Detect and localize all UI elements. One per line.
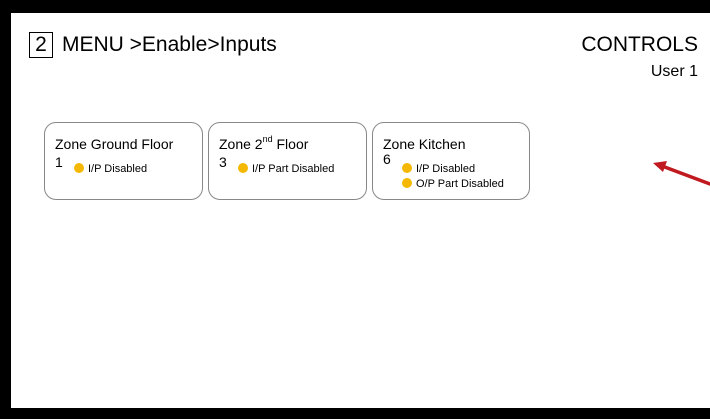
zone-name: Zone 2nd Floor bbox=[219, 134, 309, 152]
device-screen: 2 MENU >Enable>Inputs CONTROLS User 1 Zo… bbox=[11, 13, 710, 408]
zone-card-2nd-floor[interactable]: Zone 2nd Floor 3 I/P Part Disabled bbox=[208, 122, 367, 200]
zone-card-kitchen[interactable]: Zone Kitchen 6 I/P Disabled O/P Part Dis… bbox=[372, 122, 530, 200]
status-text: I/P Disabled bbox=[88, 163, 148, 175]
menu-number-box: 2 bbox=[29, 32, 53, 58]
status-dot-icon bbox=[74, 163, 84, 173]
status-dot-icon bbox=[402, 178, 412, 188]
status-text: O/P Part Disabled bbox=[416, 178, 504, 190]
zone-number: 1 bbox=[55, 154, 63, 170]
user-label: User 1 bbox=[650, 63, 698, 80]
status-text: I/P Disabled bbox=[416, 163, 476, 175]
controls-label[interactable]: CONTROLS bbox=[581, 32, 698, 58]
zone-name: Zone Ground Floor bbox=[55, 136, 174, 152]
status-item: I/P Part Disabled bbox=[238, 163, 334, 176]
zone-card-ground-floor[interactable]: Zone Ground Floor 1 I/P Disabled bbox=[44, 122, 203, 200]
red-arrow-icon bbox=[653, 161, 710, 186]
status-dot-icon bbox=[238, 163, 248, 173]
zone-name: Zone Kitchen bbox=[383, 136, 466, 152]
zone-number: 3 bbox=[219, 154, 227, 170]
zone-number: 6 bbox=[383, 151, 391, 167]
status-dot-icon bbox=[402, 163, 412, 173]
status-item: I/P Disabled bbox=[402, 163, 475, 176]
breadcrumb-title: MENU >Enable>Inputs bbox=[62, 33, 277, 56]
status-item: O/P Part Disabled bbox=[402, 178, 504, 191]
status-item: I/P Disabled bbox=[74, 163, 147, 176]
status-text: I/P Part Disabled bbox=[252, 163, 335, 175]
